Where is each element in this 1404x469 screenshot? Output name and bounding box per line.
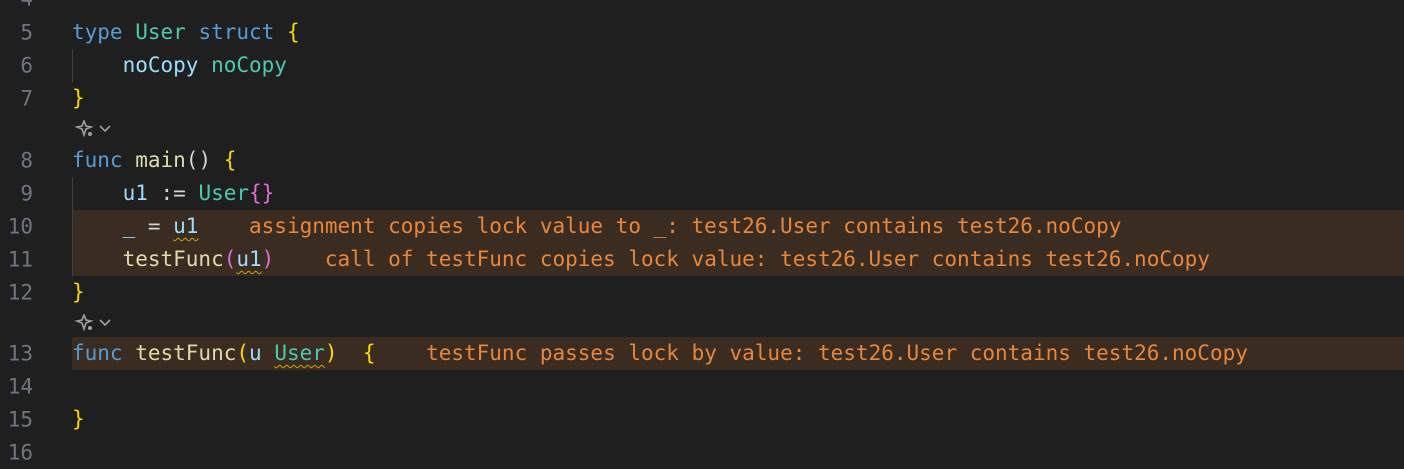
diagnostic-message: call of testFunc copies lock value: test… — [274, 247, 1210, 271]
line-number: 16 — [7, 440, 33, 464]
diagnostic-message: testFunc passes lock by value: test26.Us… — [375, 341, 1248, 365]
code-token: { — [337, 341, 376, 365]
code-text[interactable]: func testFunc(u User) { testFunc passes … — [72, 337, 1248, 370]
code-token: func — [72, 148, 136, 172]
chevron-down-icon[interactable] — [98, 124, 112, 134]
code-token: ( — [236, 341, 250, 365]
line-number: 13 — [7, 341, 33, 365]
code-token: u1 — [72, 181, 148, 205]
code-token: ( — [223, 247, 237, 271]
code-token: main — [135, 148, 186, 172]
code-text[interactable]: testFunc(u1) call of testFunc copies loc… — [72, 243, 1210, 276]
code-token[interactable]: u1 — [173, 214, 198, 238]
code-token: ) — [324, 341, 338, 365]
line-number: 6 — [20, 53, 33, 77]
code-token[interactable]: User — [274, 341, 325, 365]
copilot-sparkle-icon[interactable] — [74, 314, 94, 332]
code-line[interactable]: 12 } — [0, 276, 1404, 309]
code-line: 4 — [0, 0, 1404, 15]
code-token: User — [198, 181, 250, 205]
code-editor[interactable]: 4 5 type User struct { 6 noCopy noCopy 7… — [0, 0, 1404, 464]
code-token: func — [72, 341, 136, 365]
code-token[interactable]: u1 — [236, 247, 261, 271]
code-text[interactable]: type User struct { — [72, 16, 300, 49]
code-token: () — [185, 148, 224, 172]
code-line-diagnostic[interactable]: 10 _ = u1 assignment copies lock value t… — [0, 210, 1404, 243]
code-line[interactable]: 6 noCopy noCopy — [0, 49, 1404, 82]
line-number: 12 — [7, 280, 33, 304]
indent-guide — [72, 49, 73, 82]
codelens[interactable] — [74, 119, 112, 139]
line-number: 9 — [20, 181, 33, 205]
indent-guide — [72, 177, 73, 276]
code-token: = — [135, 214, 174, 238]
line-number: 15 — [7, 407, 33, 431]
code-text[interactable]: noCopy noCopy — [72, 49, 287, 82]
code-line-diagnostic[interactable]: 11 testFunc(u1) call of testFunc copies … — [0, 243, 1404, 276]
codelens[interactable] — [74, 313, 112, 333]
code-line-diagnostic[interactable]: 13 func testFunc(u User) { testFunc pass… — [0, 337, 1404, 370]
code-token: { — [223, 148, 237, 172]
code-line: 16 — [0, 436, 1404, 469]
diagnostic-message: assignment copies lock value to _: test2… — [198, 214, 1122, 238]
code-token: type — [72, 20, 136, 44]
copilot-sparkle-icon[interactable] — [74, 120, 94, 138]
code-token: User — [135, 20, 199, 44]
code-text[interactable]: } — [72, 276, 85, 309]
line-number: 5 — [20, 20, 33, 44]
line-number: 7 — [20, 86, 33, 110]
code-text[interactable]: _ = u1 assignment copies lock value to _… — [72, 210, 1122, 243]
code-token: noCopy — [211, 53, 287, 77]
code-token: u — [249, 341, 275, 365]
code-text[interactable]: func main() { — [72, 144, 236, 177]
line-number: 14 — [7, 374, 33, 398]
code-line[interactable]: 15 } — [0, 403, 1404, 436]
code-text[interactable]: } — [72, 82, 85, 115]
code-token: _ — [72, 214, 136, 238]
code-token: := — [147, 181, 199, 205]
line-number: 10 — [7, 214, 33, 238]
code-line[interactable]: 8 func main() { — [0, 144, 1404, 177]
code-token: { — [286, 20, 300, 44]
code-token: } — [72, 280, 85, 304]
code-line[interactable]: 9 u1 := User{} — [0, 177, 1404, 210]
line-number: 8 — [20, 148, 33, 172]
code-token: ) — [261, 247, 275, 271]
code-token: } — [72, 407, 85, 431]
chevron-down-icon[interactable] — [98, 318, 112, 328]
code-token: testFunc — [135, 341, 237, 365]
code-token: } — [72, 86, 85, 110]
code-text[interactable]: } — [72, 403, 85, 436]
code-line[interactable]: 7 } — [0, 82, 1404, 115]
code-token: {} — [249, 181, 275, 205]
code-text[interactable]: u1 := User{} — [72, 177, 275, 210]
code-token: noCopy — [72, 53, 212, 77]
code-line[interactable]: 5 type User struct { — [0, 16, 1404, 49]
code-token: struct — [198, 20, 287, 44]
line-number: 4 — [0, 0, 33, 15]
code-line[interactable]: 14 — [0, 370, 1404, 403]
line-number: 11 — [7, 247, 33, 271]
code-token: testFunc — [72, 247, 224, 271]
